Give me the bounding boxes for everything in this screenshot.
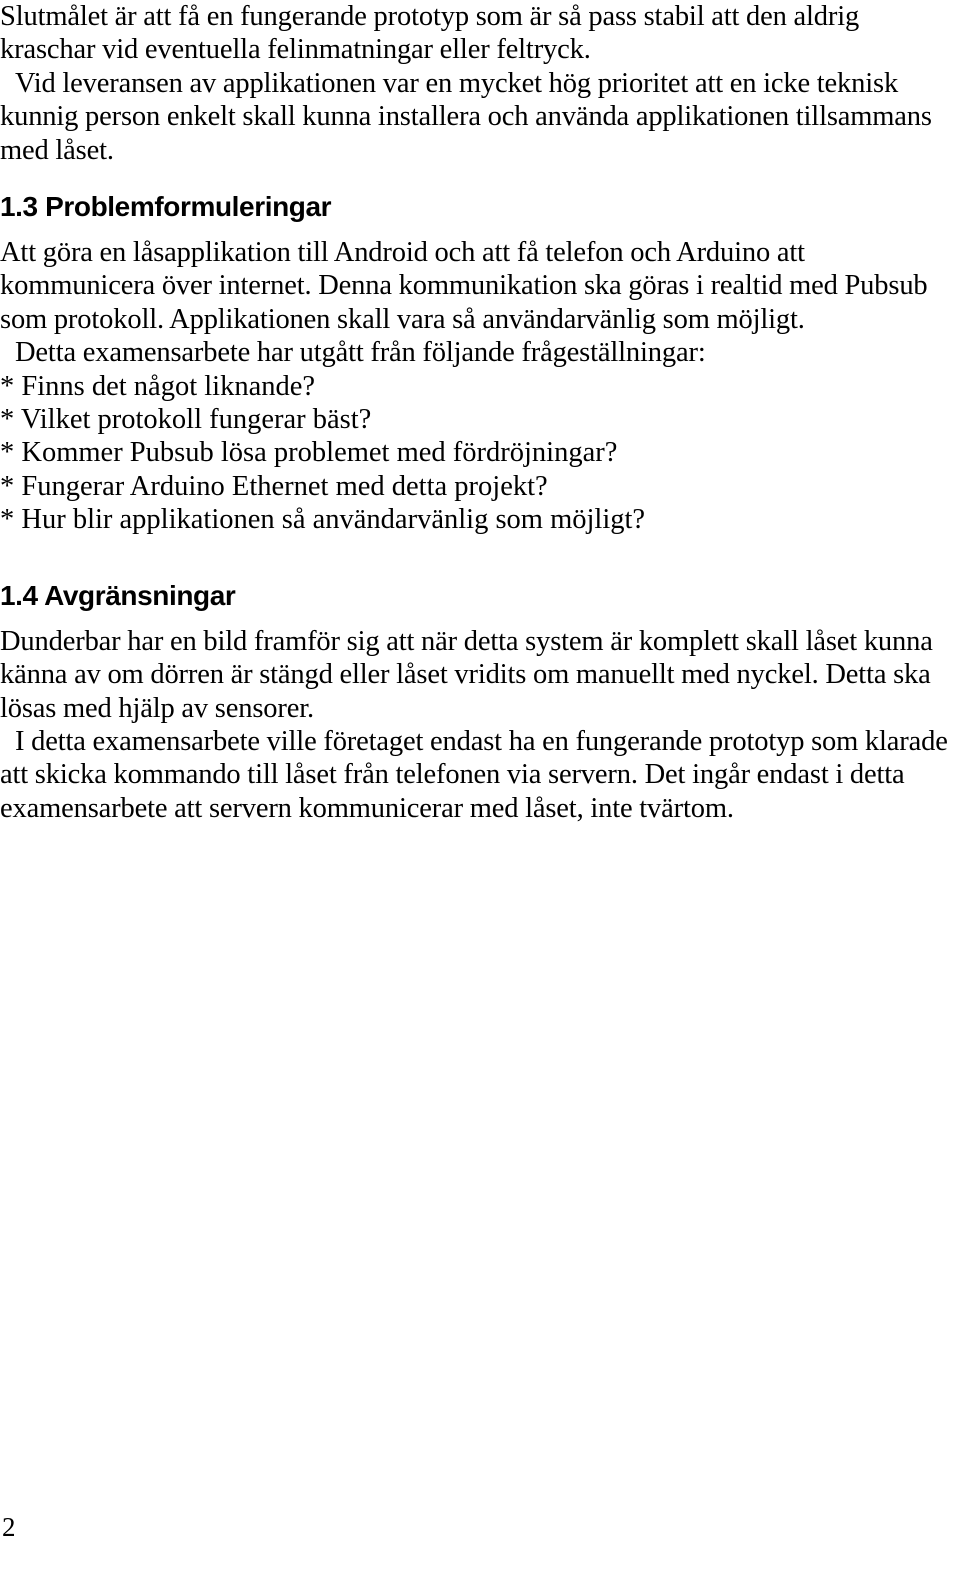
scope-paragraph-1: Dunderbar har en bild framför sig att nä… [0, 625, 933, 724]
spacer-before-heading-1-4 [0, 537, 958, 579]
page-content: Slutmålet är att få en fungerande protot… [0, 0, 958, 825]
heading-1-3-problemformuleringar: 1.3 Problemformuleringar [0, 191, 332, 223]
list-item: * Kommer Pubsub lösa problemet med fördr… [0, 437, 618, 469]
document-page: Slutmålet är att få en fungerande protot… [0, 0, 960, 1571]
intro-paragraph-2: Vid leveransen av applikationen var en m… [0, 67, 932, 166]
spacer-after-heading-1-3 [0, 223, 958, 236]
heading-1-4-avgransningar: 1.4 Avgränsningar [0, 579, 236, 611]
scope-paragraph-2: I detta examensarbete ville företaget en… [0, 725, 948, 824]
spacer-before-heading-1-3 [0, 167, 958, 190]
spacer-after-heading-1-4 [0, 612, 958, 625]
problem-paragraph-1: Att göra en låsapplikation till Android … [0, 237, 928, 335]
page-number: 2 [2, 1512, 16, 1542]
list-item: * Fungerar Arduino Ethernet med detta pr… [0, 470, 548, 502]
research-questions-list: * Finns det något liknande? * Vilket pro… [0, 370, 958, 537]
intro-paragraph-1: Slutmålet är att få en fungerande protot… [0, 1, 860, 66]
list-item: * Vilket protokoll fungerar bäst? [0, 404, 372, 436]
problem-paragraph-2: Detta examensarbete har utgått från följ… [15, 337, 706, 369]
list-item: * Hur blir applikationen så användarvänl… [0, 504, 646, 536]
list-item: * Finns det något liknande? [0, 370, 316, 402]
